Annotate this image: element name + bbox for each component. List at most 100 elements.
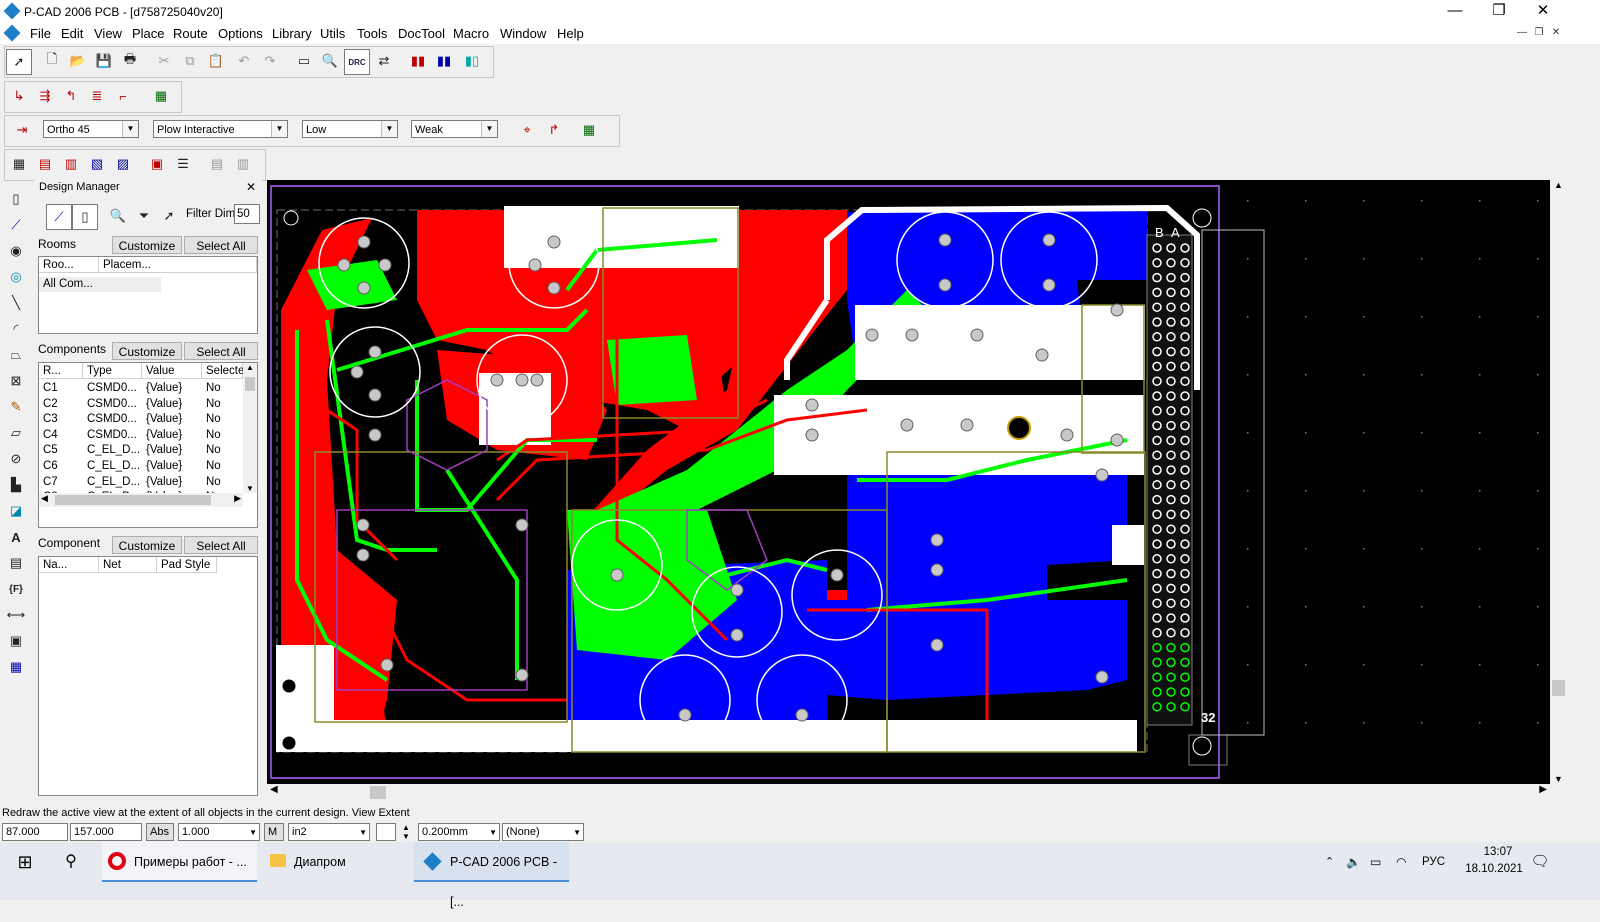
- place-line-icon[interactable]: ╲: [4, 291, 28, 315]
- place-room-icon[interactable]: ▙: [4, 473, 28, 497]
- select-tool-icon[interactable]: ➚: [6, 49, 32, 75]
- layer-select[interactable]: (None) ▼: [502, 823, 584, 841]
- table-row[interactable]: C5 C_EL_D... {Value} No: [39, 443, 243, 458]
- menu-doctool[interactable]: DocTool: [398, 26, 445, 41]
- components-col-selected[interactable]: Selecte: [202, 363, 244, 379]
- components-hscroll[interactable]: ◀ ▶: [39, 493, 243, 507]
- cut-icon[interactable]: ✂: [152, 49, 176, 73]
- layer-color-swatch[interactable]: [376, 823, 396, 841]
- table-row[interactable]: C2 CSMD0... {Value} No: [39, 397, 243, 412]
- list-item[interactable]: All Com...: [39, 277, 161, 292]
- clock-time[interactable]: 13:07: [1468, 846, 1528, 858]
- menu-library[interactable]: Library: [272, 26, 312, 41]
- mdi-minimize-button[interactable]: —: [1515, 26, 1529, 40]
- minimize-button[interactable]: —: [1432, 0, 1478, 24]
- drc-icon[interactable]: DRC: [344, 49, 370, 75]
- table-row[interactable]: C1 CSMD0... {Value} No: [39, 381, 243, 396]
- components-col-ref[interactable]: R...: [39, 363, 83, 379]
- place-arc-icon[interactable]: ◜: [4, 317, 28, 341]
- place-connection-icon[interactable]: ⟋: [4, 213, 28, 237]
- units-select[interactable]: in2 ▼: [288, 823, 370, 841]
- place-cutout-icon[interactable]: ▱: [4, 421, 28, 445]
- route-miter-icon[interactable]: ⌐: [111, 84, 135, 108]
- grid-table-icon[interactable]: ▦: [7, 152, 31, 176]
- menu-window[interactable]: Window: [500, 26, 546, 41]
- print-icon[interactable]: 🖶: [118, 49, 142, 73]
- tray-chevron-icon[interactable]: ⌃: [1325, 842, 1341, 882]
- route-fanout-icon[interactable]: ≣: [85, 84, 109, 108]
- pad-style-icon[interactable]: ▧: [85, 152, 109, 176]
- place-component-icon[interactable]: ▯: [4, 187, 28, 211]
- route-mode-select[interactable]: Ortho 45 ▼: [43, 120, 139, 138]
- strength-select[interactable]: Weak ▼: [411, 120, 498, 138]
- menu-place[interactable]: Place: [132, 26, 165, 41]
- route-arc-icon[interactable]: ↱: [542, 118, 566, 142]
- place-field-brace-icon[interactable]: {F}: [4, 577, 28, 601]
- mdi-close-button[interactable]: ✕: [1549, 26, 1563, 40]
- netlist-icon[interactable]: ⇄: [372, 49, 396, 73]
- volume-icon[interactable]: 🔈: [1346, 842, 1362, 882]
- place-plane-icon[interactable]: ⊘: [4, 447, 28, 471]
- components-vscroll[interactable]: ▲ ▼: [243, 363, 257, 493]
- menu-file[interactable]: File: [30, 26, 51, 41]
- restore-button[interactable]: ❐: [1476, 0, 1522, 24]
- rooms-col-room[interactable]: Roo...: [39, 257, 99, 273]
- layer-props-icon[interactable]: ▤: [33, 152, 57, 176]
- abs-button[interactable]: Abs: [146, 823, 174, 841]
- place-text-icon[interactable]: A: [4, 525, 28, 549]
- pads-col-net[interactable]: Net: [99, 557, 157, 573]
- place-keepout-icon[interactable]: ⊠: [4, 369, 28, 393]
- place-field-icon[interactable]: ◪: [4, 499, 28, 523]
- route-corner-icon[interactable]: ⌖: [515, 118, 539, 142]
- menu-view[interactable]: View: [94, 26, 122, 41]
- m-button[interactable]: M: [264, 823, 284, 841]
- components-col-type[interactable]: Type: [83, 363, 142, 379]
- canvas-hscroll[interactable]: ◀ ▶: [267, 784, 1550, 801]
- clock-date[interactable]: 18.10.2021: [1458, 863, 1530, 875]
- pads-col-pad-style[interactable]: Pad Style: [157, 557, 217, 573]
- table-row[interactable]: C6 C_EL_D... {Value} No: [39, 459, 243, 474]
- pads-col-name[interactable]: Na...: [39, 557, 99, 573]
- place-pad-icon[interactable]: ◉: [4, 239, 28, 263]
- rooms-list[interactable]: Roo... Placem... All Com...: [38, 256, 258, 334]
- plow-mode-select[interactable]: Plow Interactive ▼: [153, 120, 288, 138]
- open-file-icon[interactable]: 📂: [66, 49, 90, 73]
- rooms-col-placement[interactable]: Placem...: [99, 257, 257, 273]
- components-col-value[interactable]: Value: [142, 363, 202, 379]
- pads-select-all-button[interactable]: Select All: [184, 536, 258, 554]
- autoroute-icon[interactable]: ▦: [149, 84, 173, 108]
- search-icon[interactable]: ⚲: [56, 842, 86, 882]
- route-options-icon[interactable]: ⇥: [10, 118, 34, 142]
- grid-select[interactable]: 1.000 ▼: [178, 823, 260, 841]
- undo-icon[interactable]: ↶: [232, 49, 256, 73]
- redo-icon[interactable]: ↷: [258, 49, 282, 73]
- zoom-icon[interactable]: 🔍: [318, 49, 342, 73]
- width-spinner[interactable]: ▲ ▼: [398, 823, 414, 841]
- export-icon[interactable]: ▥: [231, 152, 255, 176]
- start-icon[interactable]: ⊞: [10, 842, 40, 882]
- route-multi-icon[interactable]: ⇶: [33, 84, 57, 108]
- menu-tools[interactable]: Tools: [357, 26, 387, 41]
- taskbar-item-pcad[interactable]: P-CAD 2006 PCB - [...: [414, 842, 569, 909]
- table-row[interactable]: C3 CSMD0... {Value} No: [39, 412, 243, 427]
- filter-dim-input[interactable]: 50: [234, 204, 260, 224]
- new-file-icon[interactable]: 🗋: [40, 49, 64, 73]
- layer-view-icon[interactable]: ▮▯: [460, 49, 484, 73]
- menu-edit[interactable]: Edit: [61, 26, 83, 41]
- place-copper-pour-icon[interactable]: ✎: [4, 395, 28, 419]
- place-polygon-icon[interactable]: ⏢: [4, 343, 28, 367]
- copy-icon[interactable]: ⧉: [178, 49, 202, 73]
- mdi-doc-icon[interactable]: [3, 24, 21, 42]
- save-icon[interactable]: 💾: [92, 49, 116, 73]
- component-pads-list[interactable]: Na... Net Pad Style: [38, 556, 258, 796]
- network-icon[interactable]: ◠: [1396, 842, 1414, 882]
- place-attribute-icon[interactable]: ▤: [4, 551, 28, 575]
- menu-help[interactable]: Help: [557, 26, 584, 41]
- taskbar-item-opera[interactable]: Примеры работ - ...: [102, 842, 257, 882]
- close-icon[interactable]: ✕: [246, 180, 256, 194]
- route-bus-icon[interactable]: ↰: [59, 84, 83, 108]
- taskbar-item-folder[interactable]: Диапром: [262, 842, 407, 882]
- pads-customize-button[interactable]: Customize: [112, 536, 182, 554]
- mdi-restore-button[interactable]: ❐: [1532, 26, 1546, 40]
- pcb-canvas[interactable]: B A 32: [267, 180, 1550, 784]
